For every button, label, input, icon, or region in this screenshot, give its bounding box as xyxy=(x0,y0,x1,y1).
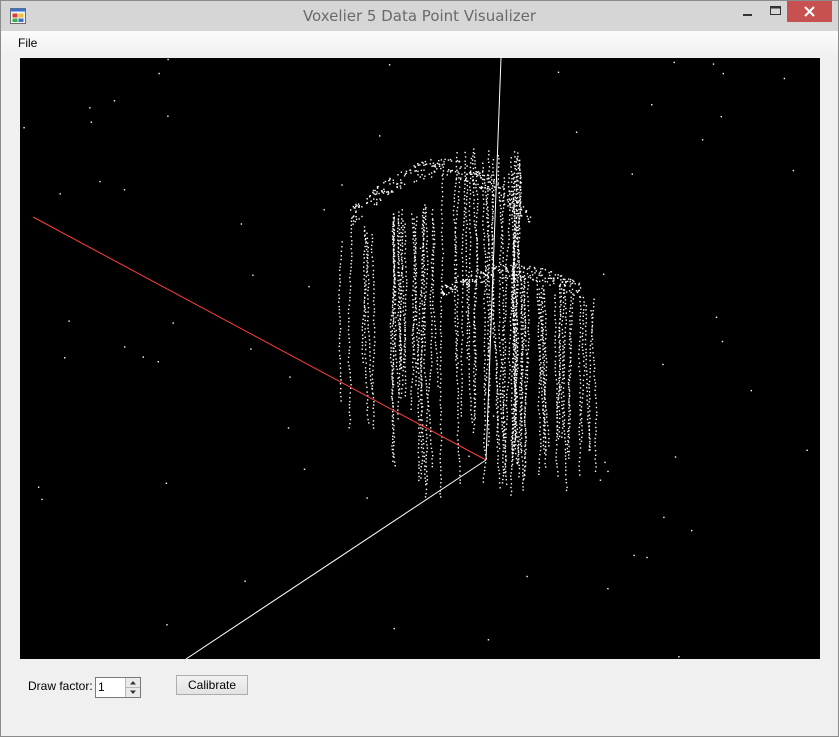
maximize-button[interactable] xyxy=(762,1,789,22)
minimize-button[interactable] xyxy=(734,1,761,22)
minimize-icon xyxy=(743,14,752,16)
app-window: Voxelier 5 Data Point Visualizer File Dr… xyxy=(0,0,839,737)
close-button[interactable] xyxy=(787,1,832,22)
spin-down-icon[interactable] xyxy=(126,688,140,697)
3d-viewport[interactable] xyxy=(20,58,820,659)
spin-up-icon[interactable] xyxy=(126,678,140,688)
draw-factor-spinner[interactable] xyxy=(95,677,141,698)
calibrate-button[interactable]: Calibrate xyxy=(176,675,248,695)
draw-factor-label: Draw factor: xyxy=(28,679,93,693)
window-title: Voxelier 5 Data Point Visualizer xyxy=(302,7,537,25)
menu-file[interactable]: File xyxy=(14,36,41,50)
menu-bar: File xyxy=(1,31,838,55)
draw-factor-input[interactable] xyxy=(98,678,122,697)
point-cloud-canvas[interactable] xyxy=(20,58,820,659)
close-icon xyxy=(804,6,815,17)
title-bar[interactable]: Voxelier 5 Data Point Visualizer xyxy=(1,1,838,31)
spinner-buttons xyxy=(125,678,140,697)
maximize-icon xyxy=(770,6,781,15)
